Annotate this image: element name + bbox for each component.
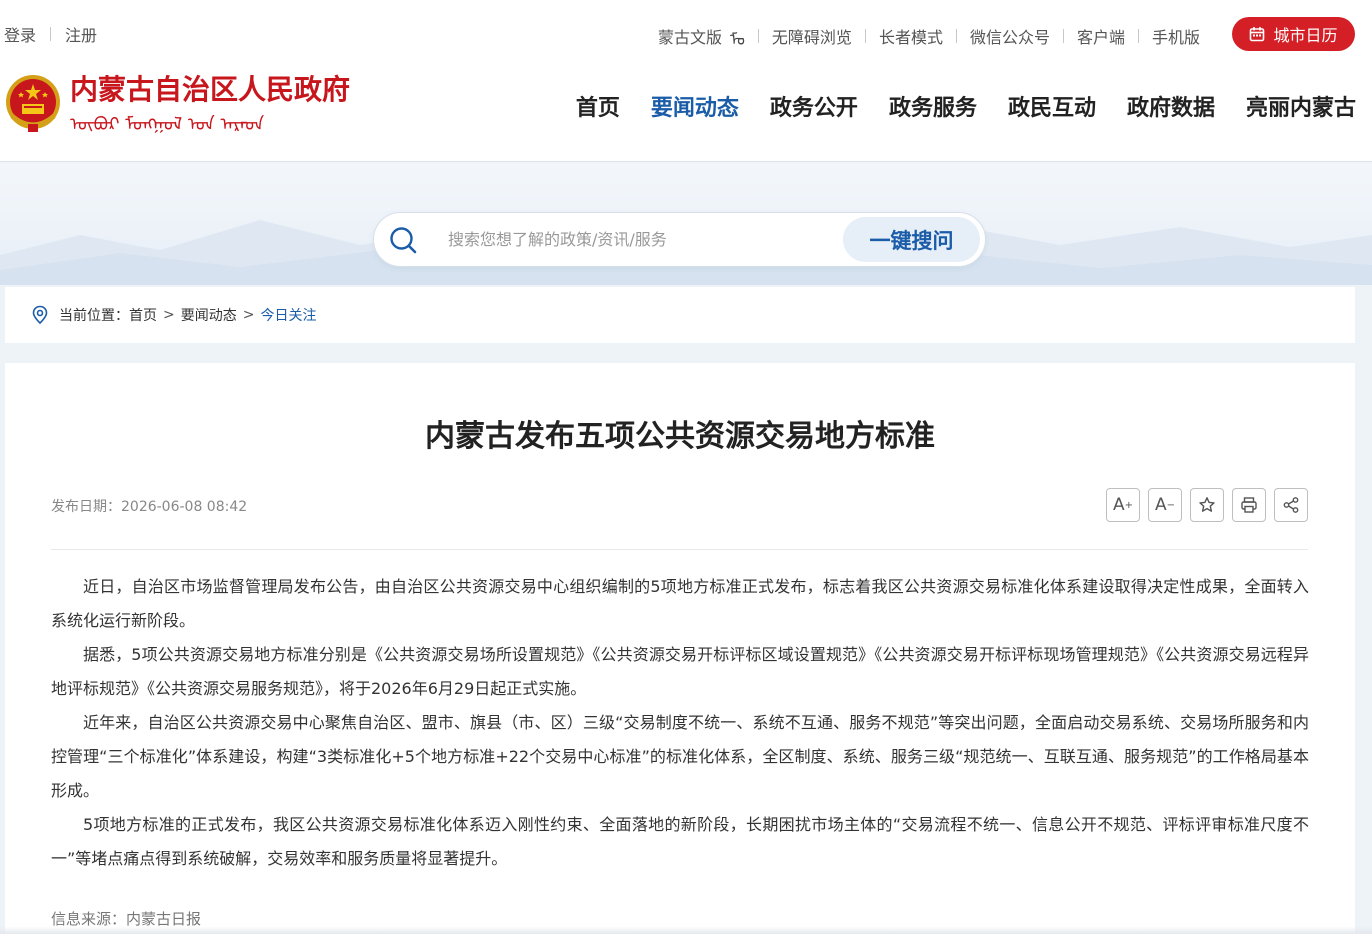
- star-icon: [1199, 497, 1215, 512]
- main-nav: 首页 要闻动态 政务公开 政务服务 政民互动 政府数据 亮丽内蒙古: [545, 90, 1356, 122]
- location-pin-icon: [32, 305, 48, 325]
- account-links: 登录 注册: [4, 22, 97, 46]
- page-fold-shadow: [0, 926, 1372, 934]
- divider: [864, 29, 866, 43]
- mongolian-version-label: 蒙古文版: [657, 28, 722, 47]
- font-increase-button[interactable]: A +: [1106, 488, 1140, 522]
- nav-gov-services[interactable]: 政务服务: [889, 90, 977, 122]
- article-title: 内蒙古发布五项公共资源交易地方标准: [425, 419, 935, 454]
- divider: [757, 29, 759, 43]
- nav-beautiful-inner-mongolia[interactable]: 亮丽内蒙古: [1246, 90, 1356, 122]
- elder-mode-link[interactable]: 长者模式: [879, 24, 943, 48]
- breadcrumb-label: 当前位置：: [59, 308, 129, 324]
- wechat-link[interactable]: 微信公众号: [970, 24, 1050, 48]
- national-emblem-icon: [6, 75, 60, 132]
- site-logo[interactable]: 内蒙古自治区人民政府 ᠥᠪᠦᠷ ᠮᠣᠩᠭᠣᠯ ᠤᠨ ᠠᠷᠠᠳ: [4, 72, 350, 140]
- site-subtitle-mongolian: ᠥᠪᠦᠷ ᠮᠣᠩᠭᠣᠯ ᠤᠨ ᠠᠷᠠᠳ: [70, 114, 265, 135]
- search-button[interactable]: 一键搜问: [843, 217, 980, 262]
- divider: [50, 27, 52, 41]
- search-icon[interactable]: [388, 225, 418, 255]
- search-input[interactable]: [448, 230, 828, 249]
- mobile-link[interactable]: 手机版: [1152, 24, 1200, 48]
- search-box: 一键搜问: [373, 212, 986, 267]
- nav-gov-data[interactable]: 政府数据: [1127, 90, 1215, 122]
- client-link[interactable]: 客户端: [1077, 24, 1125, 48]
- print-icon: [1241, 497, 1257, 513]
- share-button[interactable]: [1274, 488, 1308, 522]
- city-calendar-button[interactable]: 城市日历: [1232, 17, 1355, 51]
- breadcrumb-home[interactable]: 首页: [129, 305, 157, 325]
- utility-links: 蒙古文版 ᠮᠣ 无障碍浏览 长者模式 微信公众号 客户端 手机版: [658, 22, 1200, 50]
- divider: [1062, 29, 1064, 43]
- nav-home[interactable]: 首页: [576, 90, 620, 122]
- register-link[interactable]: 注册: [65, 22, 97, 46]
- breadcrumb-separator: >: [242, 307, 255, 323]
- article-paragraph: 据悉，5项公共资源交易地方标准分别是《公共资源交易场所设置规范》《公共资源交易开…: [51, 645, 1309, 698]
- breadcrumb-news[interactable]: 要闻动态: [181, 305, 237, 325]
- article-body: 近日，自治区市场监督管理局发布公告，由自治区公共资源交易中心组织编制的5项地方标…: [51, 570, 1309, 876]
- city-calendar-label: 城市日历: [1273, 26, 1338, 45]
- article-panel: 内蒙古发布五项公共资源交易地方标准 发布日期：2026-06-08 08:42 …: [5, 363, 1355, 934]
- divider: [955, 29, 957, 43]
- share-icon: [1283, 497, 1299, 513]
- nav-news[interactable]: 要闻动态: [651, 90, 739, 122]
- nav-interaction[interactable]: 政民互动: [1008, 90, 1096, 122]
- article-paragraph: 5项地方标准的正式发布，我区公共资源交易标准化体系迈入刚性约束、全面落地的新阶段…: [51, 815, 1309, 868]
- print-button[interactable]: [1232, 488, 1266, 522]
- article-paragraph: 近日，自治区市场监督管理局发布公告，由自治区公共资源交易中心组织编制的5项地方标…: [51, 577, 1309, 630]
- logo-text: 内蒙古自治区人民政府 ᠥᠪᠦᠷ ᠮᠣᠩᠭᠣᠯ ᠤᠨ ᠠᠷᠠᠳ: [70, 72, 350, 140]
- breadcrumb-current[interactable]: 今日关注: [260, 305, 316, 325]
- article-tools: A + A −: [1098, 488, 1308, 522]
- divider: [1137, 29, 1139, 43]
- breadcrumb: 当前位置： 首页 > 要闻动态 > 今日关注: [5, 287, 1355, 343]
- publish-date: 发布日期：2026-06-08 08:42: [51, 499, 248, 515]
- favorite-button[interactable]: [1190, 488, 1224, 522]
- mongolian-glyph-icon: ᠮᠣ: [730, 30, 745, 49]
- divider: [51, 549, 1308, 550]
- accessibility-link[interactable]: 无障碍浏览: [772, 24, 852, 48]
- breadcrumb-separator: >: [163, 307, 175, 323]
- site-header: 登录 注册 蒙古文版 ᠮᠣ 无障碍浏览 长者模式 微信公众号 客户端 手机版 城…: [0, 0, 1372, 162]
- font-decrease-button[interactable]: A −: [1148, 488, 1182, 522]
- login-link[interactable]: 登录: [4, 22, 36, 46]
- article-paragraph: 近年来，自治区公共资源交易中心聚焦自治区、盟市、旗县（市、区）三级“交易制度不统…: [51, 713, 1309, 800]
- site-title: 内蒙古自治区人民政府: [70, 73, 351, 106]
- mongolian-version-link[interactable]: 蒙古文版 ᠮᠣ: [658, 22, 745, 50]
- calendar-icon: [1250, 27, 1265, 42]
- search-banner: 一键搜问: [0, 163, 1372, 285]
- nav-gov-affairs[interactable]: 政务公开: [770, 90, 858, 122]
